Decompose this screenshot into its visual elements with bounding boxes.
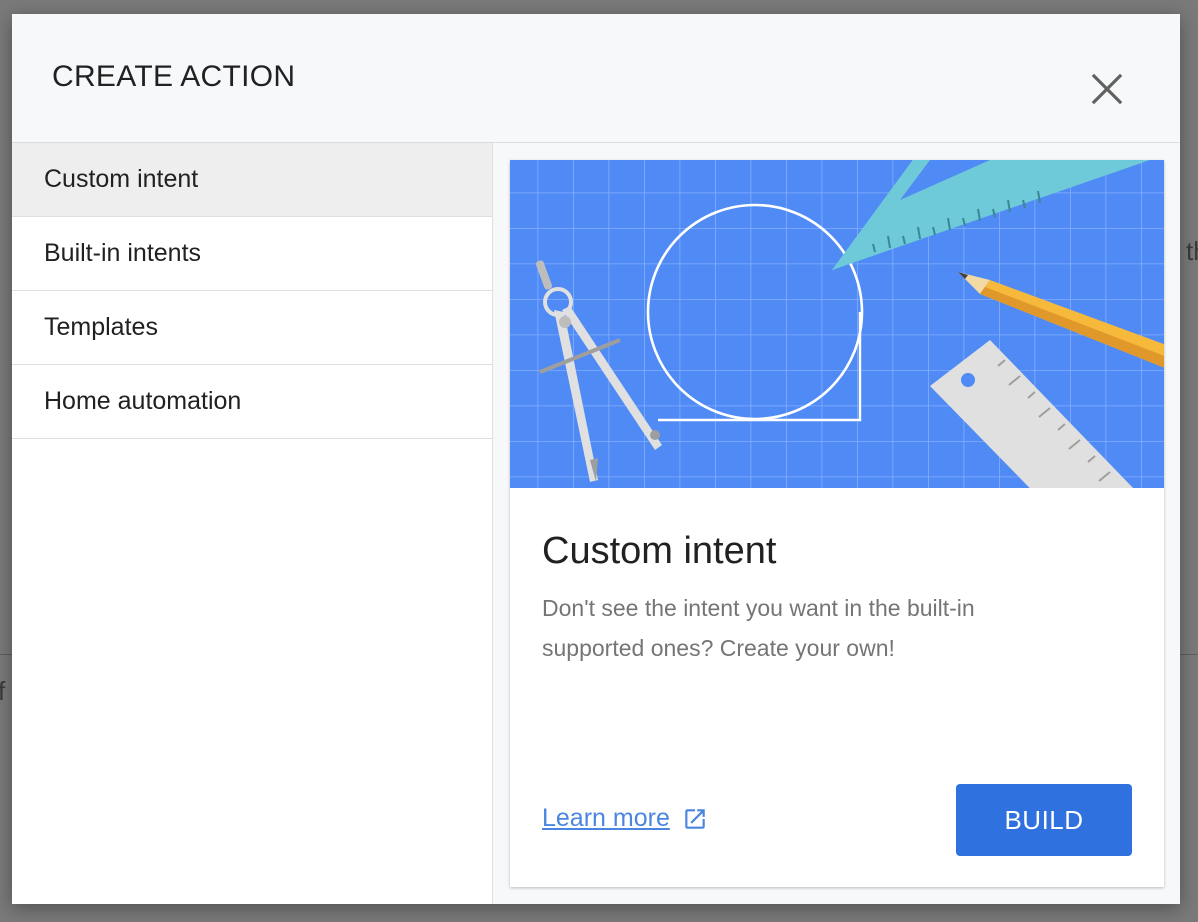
learn-more-link[interactable]: Learn more [542, 804, 708, 833]
background-text-right: th [1186, 236, 1198, 266]
sidebar-item-label: Home automation [44, 387, 242, 415]
sidebar-item-built-in-intents[interactable]: Built-in intents [12, 217, 492, 291]
card-title: Custom intent [542, 530, 777, 572]
sidebar-item-label: Templates [44, 313, 158, 341]
sidebar-item-home-automation[interactable]: Home automation [12, 365, 492, 439]
build-button[interactable]: BUILD [956, 784, 1132, 856]
background-divider-right [1180, 654, 1198, 655]
learn-more-label: Learn more [542, 804, 670, 832]
card-description: Don't see the intent you want in the bui… [542, 595, 975, 661]
close-icon [1091, 73, 1123, 105]
dialog-header: CREATE ACTION [12, 14, 1180, 143]
sidebar-item-label: Built-in intents [44, 239, 202, 267]
sidebar-item-templates[interactable]: Templates [12, 291, 492, 365]
close-button[interactable] [1082, 64, 1132, 114]
sidebar-item-label: Custom intent [44, 165, 199, 193]
background-text-left: f [0, 676, 6, 706]
create-action-dialog: CREATE ACTION Custom intent Built-in int… [12, 14, 1180, 904]
dialog-title: CREATE ACTION [52, 60, 296, 93]
custom-intent-card: Custom intent Don't see the intent you w… [510, 160, 1164, 887]
sidebar-item-custom-intent[interactable]: Custom intent [12, 143, 492, 217]
open-in-new-icon [685, 808, 705, 829]
background-divider-left [0, 654, 12, 655]
content-panel: Custom intent Don't see the intent you w… [493, 143, 1180, 904]
blueprint-illustration [510, 160, 1164, 488]
intent-type-sidebar: Custom intent Built-in intents Templates… [12, 143, 493, 904]
